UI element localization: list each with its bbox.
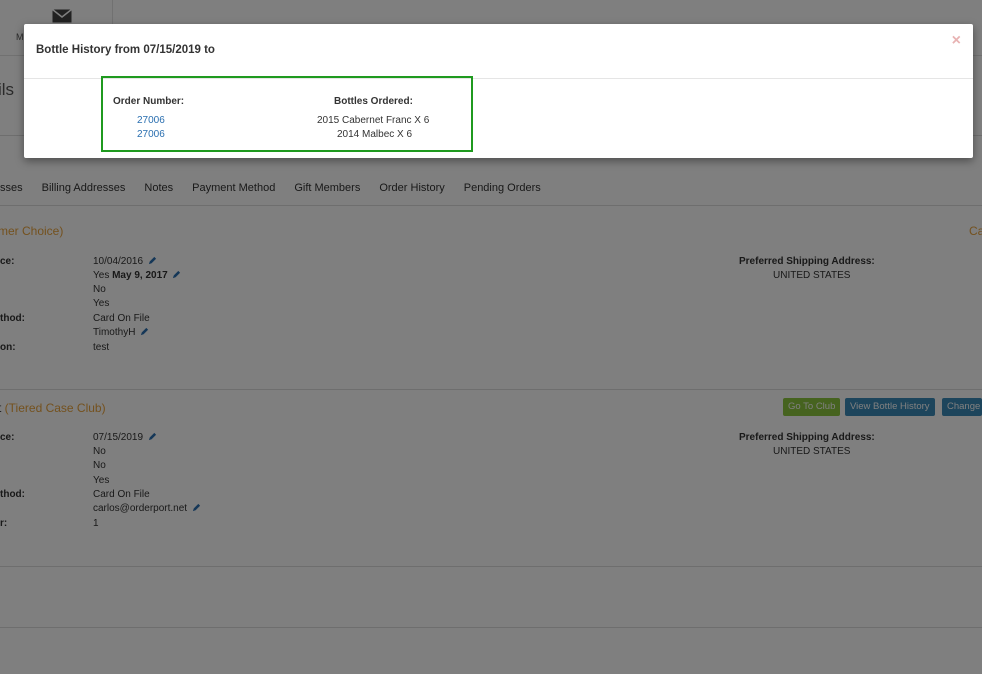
- order-number-link[interactable]: 27006: [137, 115, 165, 126]
- order-number-header: Order Number:: [113, 96, 185, 107]
- bottle-history-modal: Bottle History from 07/15/2019 to × Orde…: [24, 24, 973, 158]
- close-icon[interactable]: ×: [952, 33, 961, 49]
- modal-title: Bottle History from 07/15/2019 to: [36, 44, 215, 56]
- modal-header: Bottle History from 07/15/2019 to ×: [24, 24, 973, 79]
- bottles-ordered-header: Bottles Ordered:: [334, 96, 413, 107]
- order-number-link[interactable]: 27006: [137, 129, 165, 140]
- bottles-ordered-cell: 2014 Malbec X 6: [337, 129, 413, 140]
- bottles-ordered-cell: 2015 Cabernet Franc X 6: [317, 115, 430, 126]
- highlight-box: [101, 76, 473, 152]
